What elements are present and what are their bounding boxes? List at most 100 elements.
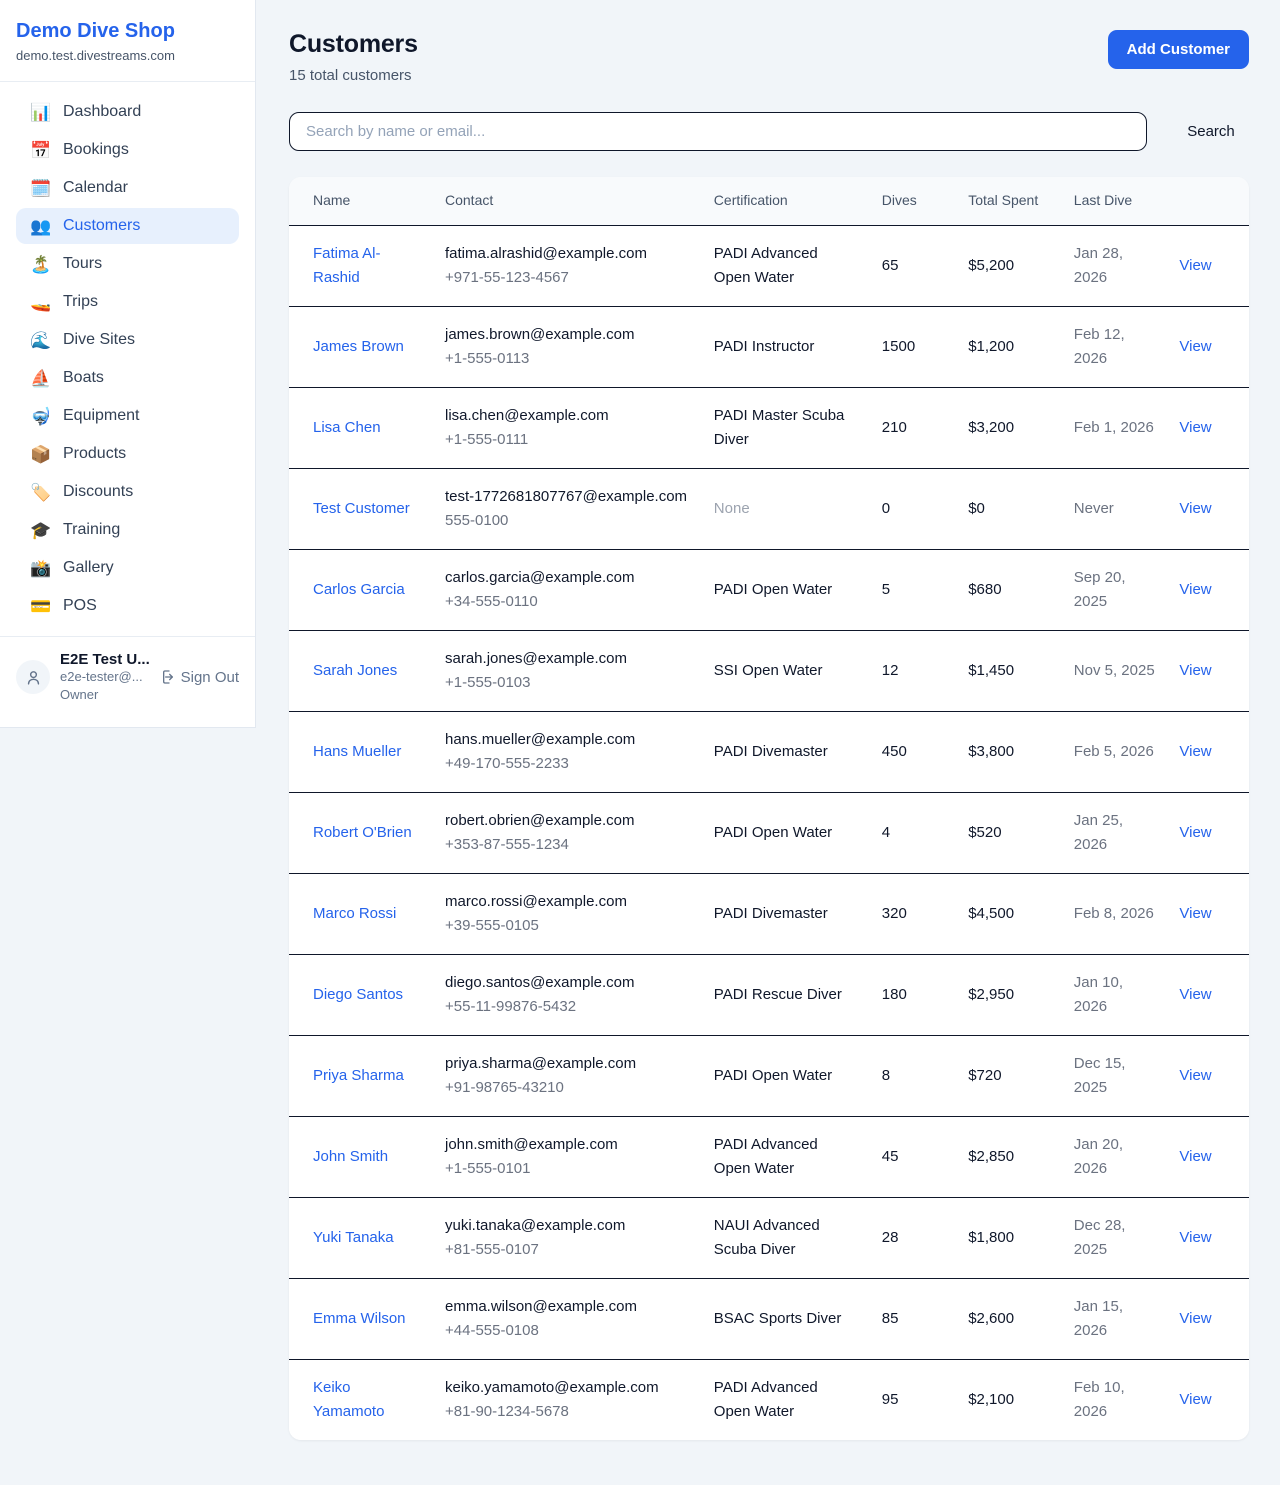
sidebar-item-bookings[interactable]: 📅 Bookings xyxy=(16,132,239,168)
sign-out-icon xyxy=(159,669,175,685)
sidebar-item-dashboard[interactable]: 📊 Dashboard xyxy=(16,94,239,130)
sailboat-icon: ⛵ xyxy=(30,370,50,387)
customer-last-dive: Jan 15, 2026 xyxy=(1074,1298,1123,1339)
table-row: Carlos Garcia carlos.garcia@example.com … xyxy=(289,550,1249,631)
customer-name-link[interactable]: Robert O'Brien xyxy=(313,824,412,841)
view-link[interactable]: View xyxy=(1179,338,1211,355)
customer-dives: 210 xyxy=(882,419,907,436)
speedboat-icon: 🚤 xyxy=(30,294,50,311)
customer-total-spent: $0 xyxy=(968,500,985,517)
customer-email: diego.santos@example.com xyxy=(445,971,690,995)
add-customer-button[interactable]: Add Customer xyxy=(1108,30,1249,69)
sidebar-item-equipment[interactable]: 🤿 Equipment xyxy=(16,398,239,434)
table-row: Lisa Chen lisa.chen@example.com +1-555-0… xyxy=(289,388,1249,469)
customer-name-link[interactable]: Lisa Chen xyxy=(313,419,381,436)
view-link[interactable]: View xyxy=(1179,1148,1211,1165)
calendar-pad-icon: 🗓️ xyxy=(30,180,50,197)
customer-dives: 0 xyxy=(882,500,890,517)
column-header-total-spent: Total Spent xyxy=(956,177,1062,225)
customer-email: john.smith@example.com xyxy=(445,1133,690,1157)
sidebar-item-products[interactable]: 📦 Products xyxy=(16,436,239,472)
customer-name-link[interactable]: Emma Wilson xyxy=(313,1310,406,1327)
view-link[interactable]: View xyxy=(1179,257,1211,274)
column-header-contact: Contact xyxy=(433,177,702,225)
customer-certification: PADI Advanced Open Water xyxy=(714,1379,818,1420)
people-icon: 👥 xyxy=(30,218,50,235)
customer-total-spent: $2,850 xyxy=(968,1148,1014,1165)
customer-total-spent: $2,950 xyxy=(968,986,1014,1003)
sign-out-button[interactable]: Sign Out xyxy=(159,669,239,686)
view-link[interactable]: View xyxy=(1179,662,1211,679)
sidebar-item-dive-sites[interactable]: 🌊 Dive Sites xyxy=(16,322,239,358)
customer-certification: PADI Open Water xyxy=(714,824,832,841)
sidebar-nav: 📊 Dashboard 📅 Bookings 🗓️ Calendar 👥 Cus… xyxy=(0,82,255,636)
brand-header: Demo Dive Shop demo.test.divestreams.com xyxy=(0,0,255,82)
customer-name-link[interactable]: Fatima Al-Rashid xyxy=(313,245,381,286)
view-link[interactable]: View xyxy=(1179,1391,1211,1408)
sidebar-item-trips[interactable]: 🚤 Trips xyxy=(16,284,239,320)
customer-last-dive: Jan 25, 2026 xyxy=(1074,812,1123,853)
customer-phone: +81-90-1234-5678 xyxy=(445,1400,690,1424)
customer-name-link[interactable]: Keiko Yamamoto xyxy=(313,1379,384,1420)
calendar-date-icon: 📅 xyxy=(30,142,50,159)
customer-total-spent: $5,200 xyxy=(968,257,1014,274)
sidebar-item-tours[interactable]: 🏝️ Tours xyxy=(16,246,239,282)
view-link[interactable]: View xyxy=(1179,1229,1211,1246)
view-link[interactable]: View xyxy=(1179,581,1211,598)
customer-last-dive: Jan 20, 2026 xyxy=(1074,1136,1123,1177)
table-row: Diego Santos diego.santos@example.com +5… xyxy=(289,955,1249,1036)
customer-certification: PADI Divemaster xyxy=(714,743,828,760)
column-header-name: Name xyxy=(289,177,433,225)
table-row: Fatima Al-Rashid fatima.alrashid@example… xyxy=(289,226,1249,307)
view-link[interactable]: View xyxy=(1179,743,1211,760)
customer-phone: +55-11-99876-5432 xyxy=(445,995,690,1019)
customer-name-link[interactable]: Yuki Tanaka xyxy=(313,1229,394,1246)
sidebar-item-gallery[interactable]: 📸 Gallery xyxy=(16,550,239,586)
customer-name-link[interactable]: Priya Sharma xyxy=(313,1067,404,1084)
customer-total-spent: $4,500 xyxy=(968,905,1014,922)
customer-name-link[interactable]: Diego Santos xyxy=(313,986,403,1003)
customer-name-link[interactable]: Marco Rossi xyxy=(313,905,396,922)
search-button[interactable]: Search xyxy=(1173,115,1249,148)
customer-dives: 4 xyxy=(882,824,890,841)
customer-certification: PADI Advanced Open Water xyxy=(714,1136,818,1177)
brand-title: Demo Dive Shop xyxy=(16,18,239,44)
customer-name-link[interactable]: Test Customer xyxy=(313,500,410,517)
customer-name-link[interactable]: Carlos Garcia xyxy=(313,581,405,598)
customer-last-dive: Never xyxy=(1074,500,1114,517)
customer-name-link[interactable]: Sarah Jones xyxy=(313,662,397,679)
search-input[interactable] xyxy=(289,112,1147,151)
sidebar-item-customers[interactable]: 👥 Customers xyxy=(16,208,239,244)
wave-icon: 🌊 xyxy=(30,332,50,349)
customer-dives: 28 xyxy=(882,1229,899,1246)
sidebar-item-pos[interactable]: 💳 POS xyxy=(16,588,239,624)
customer-phone: +1-555-0113 xyxy=(445,347,690,371)
view-link[interactable]: View xyxy=(1179,824,1211,841)
customer-email: emma.wilson@example.com xyxy=(445,1295,690,1319)
view-link[interactable]: View xyxy=(1179,500,1211,517)
page-header: Customers 15 total customers Add Custome… xyxy=(289,30,1249,84)
column-header-actions xyxy=(1167,177,1249,225)
camera-icon: 📸 xyxy=(30,560,50,577)
sidebar-item-calendar[interactable]: 🗓️ Calendar xyxy=(16,170,239,206)
view-link[interactable]: View xyxy=(1179,1067,1211,1084)
user-section: E2E Test U... e2e-tester@... Owner Sign … xyxy=(0,636,255,727)
view-link[interactable]: View xyxy=(1179,419,1211,436)
customer-certification: PADI Advanced Open Water xyxy=(714,245,818,286)
view-link[interactable]: View xyxy=(1179,1310,1211,1327)
customer-certification: PADI Open Water xyxy=(714,581,832,598)
credit-card-icon: 💳 xyxy=(30,598,50,615)
table-row: Emma Wilson emma.wilson@example.com +44-… xyxy=(289,1279,1249,1360)
customer-email: hans.mueller@example.com xyxy=(445,728,690,752)
customer-phone: 555-0100 xyxy=(445,509,690,533)
sidebar-item-discounts[interactable]: 🏷️ Discounts xyxy=(16,474,239,510)
sidebar-item-training[interactable]: 🎓 Training xyxy=(16,512,239,548)
customer-name-link[interactable]: Hans Mueller xyxy=(313,743,401,760)
customer-name-link[interactable]: John Smith xyxy=(313,1148,388,1165)
customer-certification: SSI Open Water xyxy=(714,662,823,679)
customer-name-link[interactable]: James Brown xyxy=(313,338,404,355)
view-link[interactable]: View xyxy=(1179,986,1211,1003)
sidebar-item-boats[interactable]: ⛵ Boats xyxy=(16,360,239,396)
view-link[interactable]: View xyxy=(1179,905,1211,922)
customer-email: priya.sharma@example.com xyxy=(445,1052,690,1076)
